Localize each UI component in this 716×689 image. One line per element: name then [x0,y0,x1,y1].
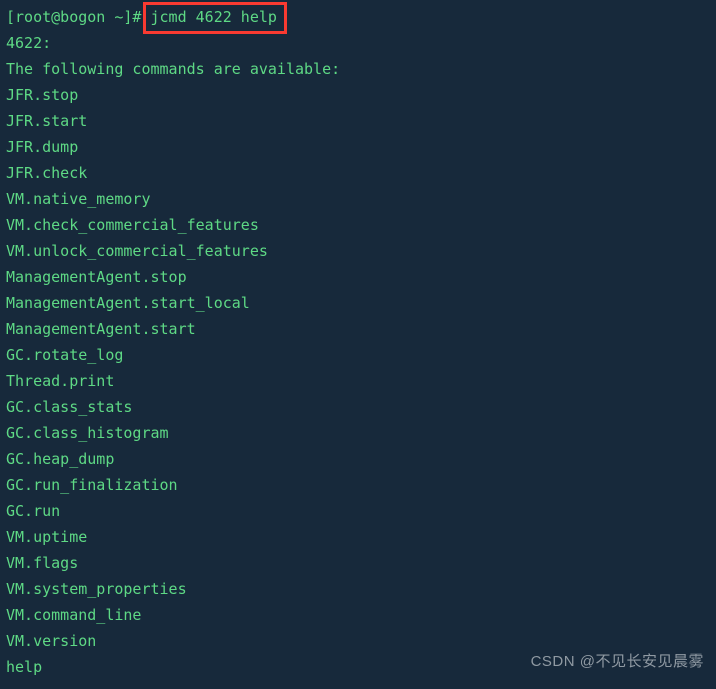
output-line: JFR.start [6,112,88,130]
output-line: VM.uptime [6,528,88,546]
output-line: VM.flags [6,554,79,572]
output-line: JFR.stop [6,86,79,104]
output-line: GC.run [6,502,61,520]
terminal-window: [root@bogon ~]# jcmd 4622 help 4622: The… [0,0,716,689]
output-line: VM.check_commercial_features [6,216,259,234]
typed-command[interactable]: jcmd 4622 help [141,8,277,26]
command-prompt-line: [root@bogon ~]# jcmd 4622 help [6,4,706,30]
output-line: VM.system_properties [6,580,187,598]
output-line: GC.heap_dump [6,450,115,468]
output-line: GC.run_finalization [6,476,178,494]
output-line: GC.class_histogram [6,424,169,442]
output-line: JFR.check [6,164,88,182]
terminal-output: [root@bogon ~]# jcmd 4622 help 4622: The… [6,4,706,680]
output-line: GC.rotate_log [6,346,124,364]
output-line: ManagementAgent.stop [6,268,187,286]
command-text: jcmd 4622 help [150,8,277,26]
csdn-watermark: CSDN @不见长安见晨雾 [530,653,704,670]
output-line: VM.native_memory [6,190,151,208]
output-line: VM.unlock_commercial_features [6,242,268,260]
output-line: ManagementAgent.start_local [6,294,250,312]
output-line: ManagementAgent.start [6,320,196,338]
output-line: Thread.print [6,372,115,390]
output-line: GC.class_stats [6,398,133,416]
output-line: 4622: [6,34,52,52]
output-line: VM.command_line [6,606,142,624]
shell-prompt: [root@bogon ~]# [6,8,142,26]
output-line: The following commands are available: [6,60,341,78]
output-line: JFR.dump [6,138,79,156]
